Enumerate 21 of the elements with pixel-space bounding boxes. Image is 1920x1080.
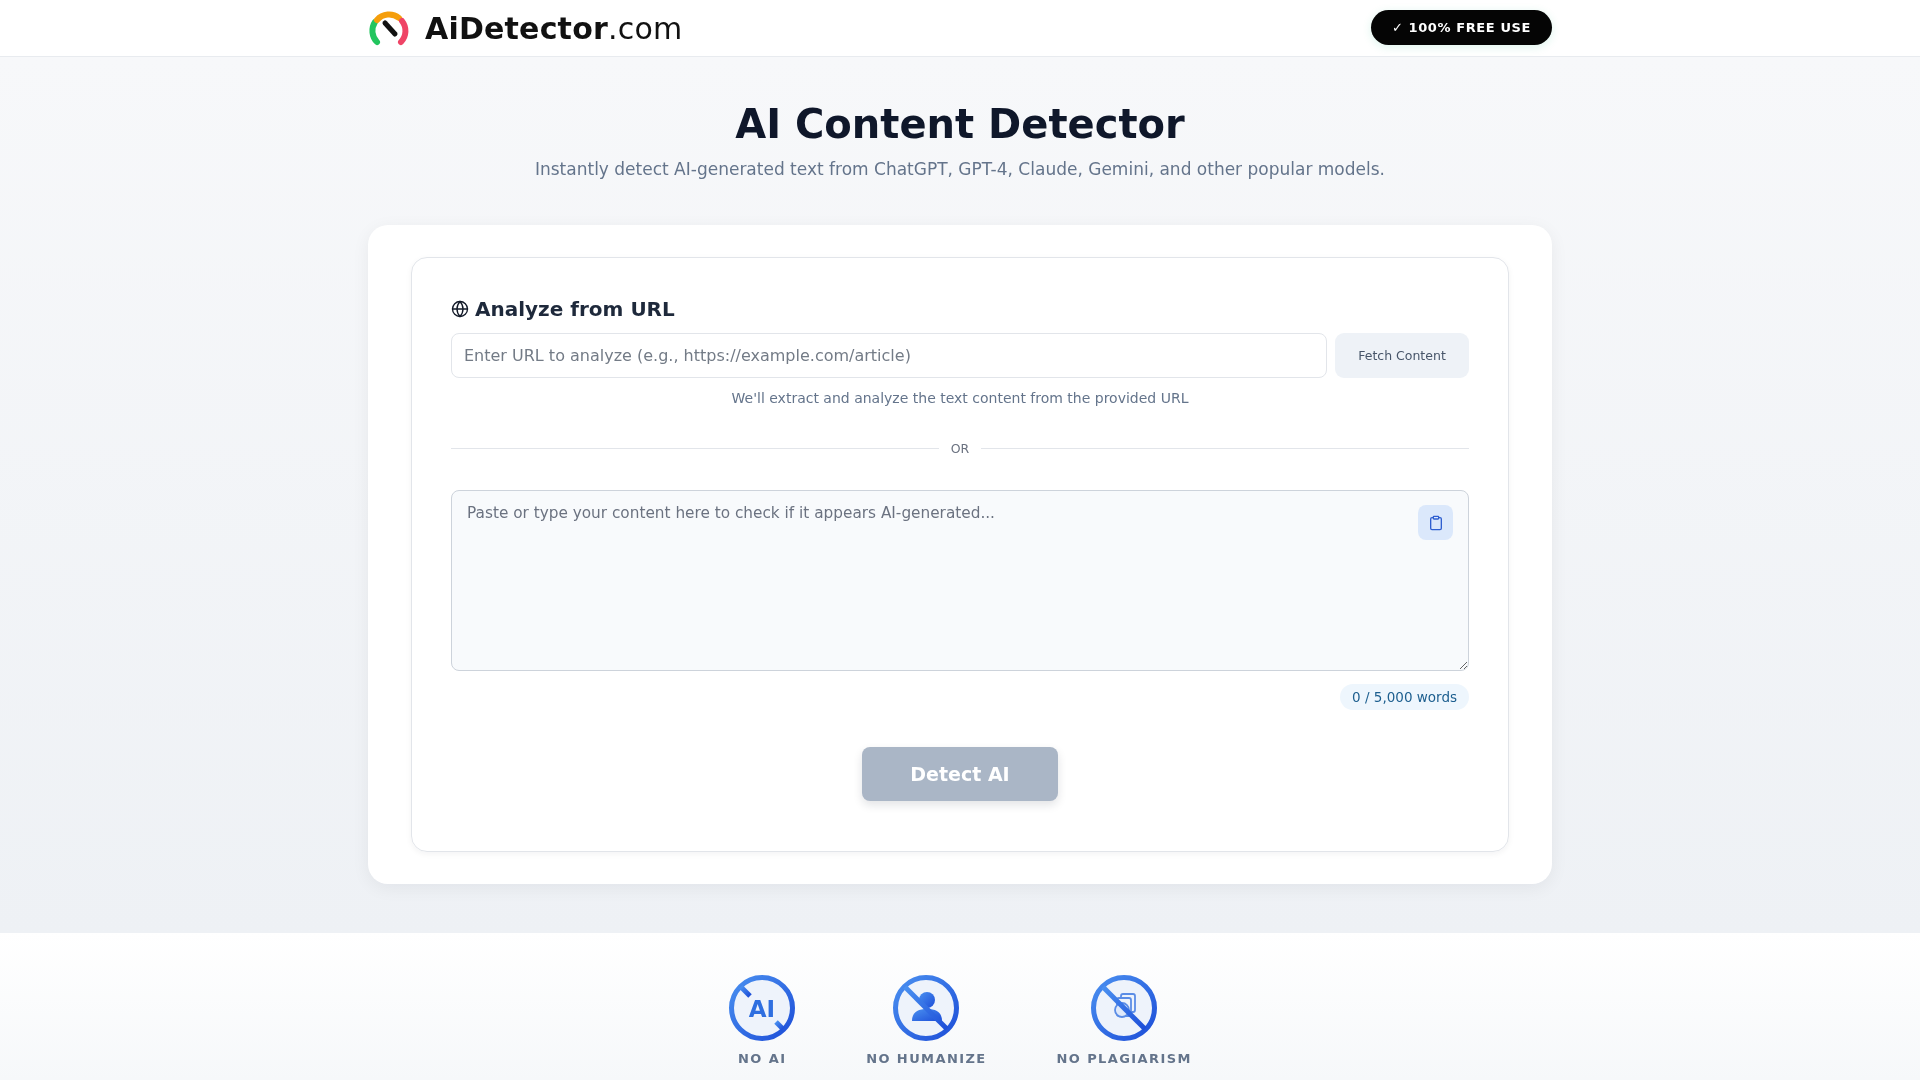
no-ai-icon: AI: [728, 974, 797, 1042]
word-count: 0 / 5,000 words: [1340, 684, 1469, 710]
free-use-badge: ✓ 100% FREE USE: [1370, 10, 1552, 45]
divider-label: OR: [950, 440, 970, 456]
content-textarea[interactable]: Paste or type your content here to check if it appears AI-generated...: [451, 490, 1469, 671]
paste-button[interactable]: [1418, 505, 1453, 540]
url-hint: We'll extract and analyze the text content from the provided URL: [730, 389, 1190, 408]
url-input[interactable]: Enter URL to analyze (e.g., https://example.com/article): [451, 333, 1327, 378]
page-title: AI Content Detector: [735, 101, 1185, 147]
globe-icon: [451, 300, 469, 318]
feature-label: NO HUMANIZE: [866, 1051, 987, 1066]
page-subtitle: Instantly detect AI-generated text from ChatGPT, GPT-4, Claude, Gemini, and other popular models.: [534, 158, 1385, 181]
url-heading: Analyze from URL: [475, 296, 675, 322]
feature-label: NO PLAGIARISM: [1056, 1051, 1192, 1066]
feature-label: NO AI: [738, 1051, 787, 1066]
gauge-logo-icon[interactable]: [368, 9, 410, 47]
no-documents-icon: [1090, 974, 1159, 1042]
fetch-content-button[interactable]: Fetch Content: [1335, 333, 1469, 378]
clipboard-icon: [1427, 514, 1444, 531]
logo-text[interactable]: AiDetector.com: [425, 10, 683, 46]
no-person-icon: [892, 974, 961, 1042]
